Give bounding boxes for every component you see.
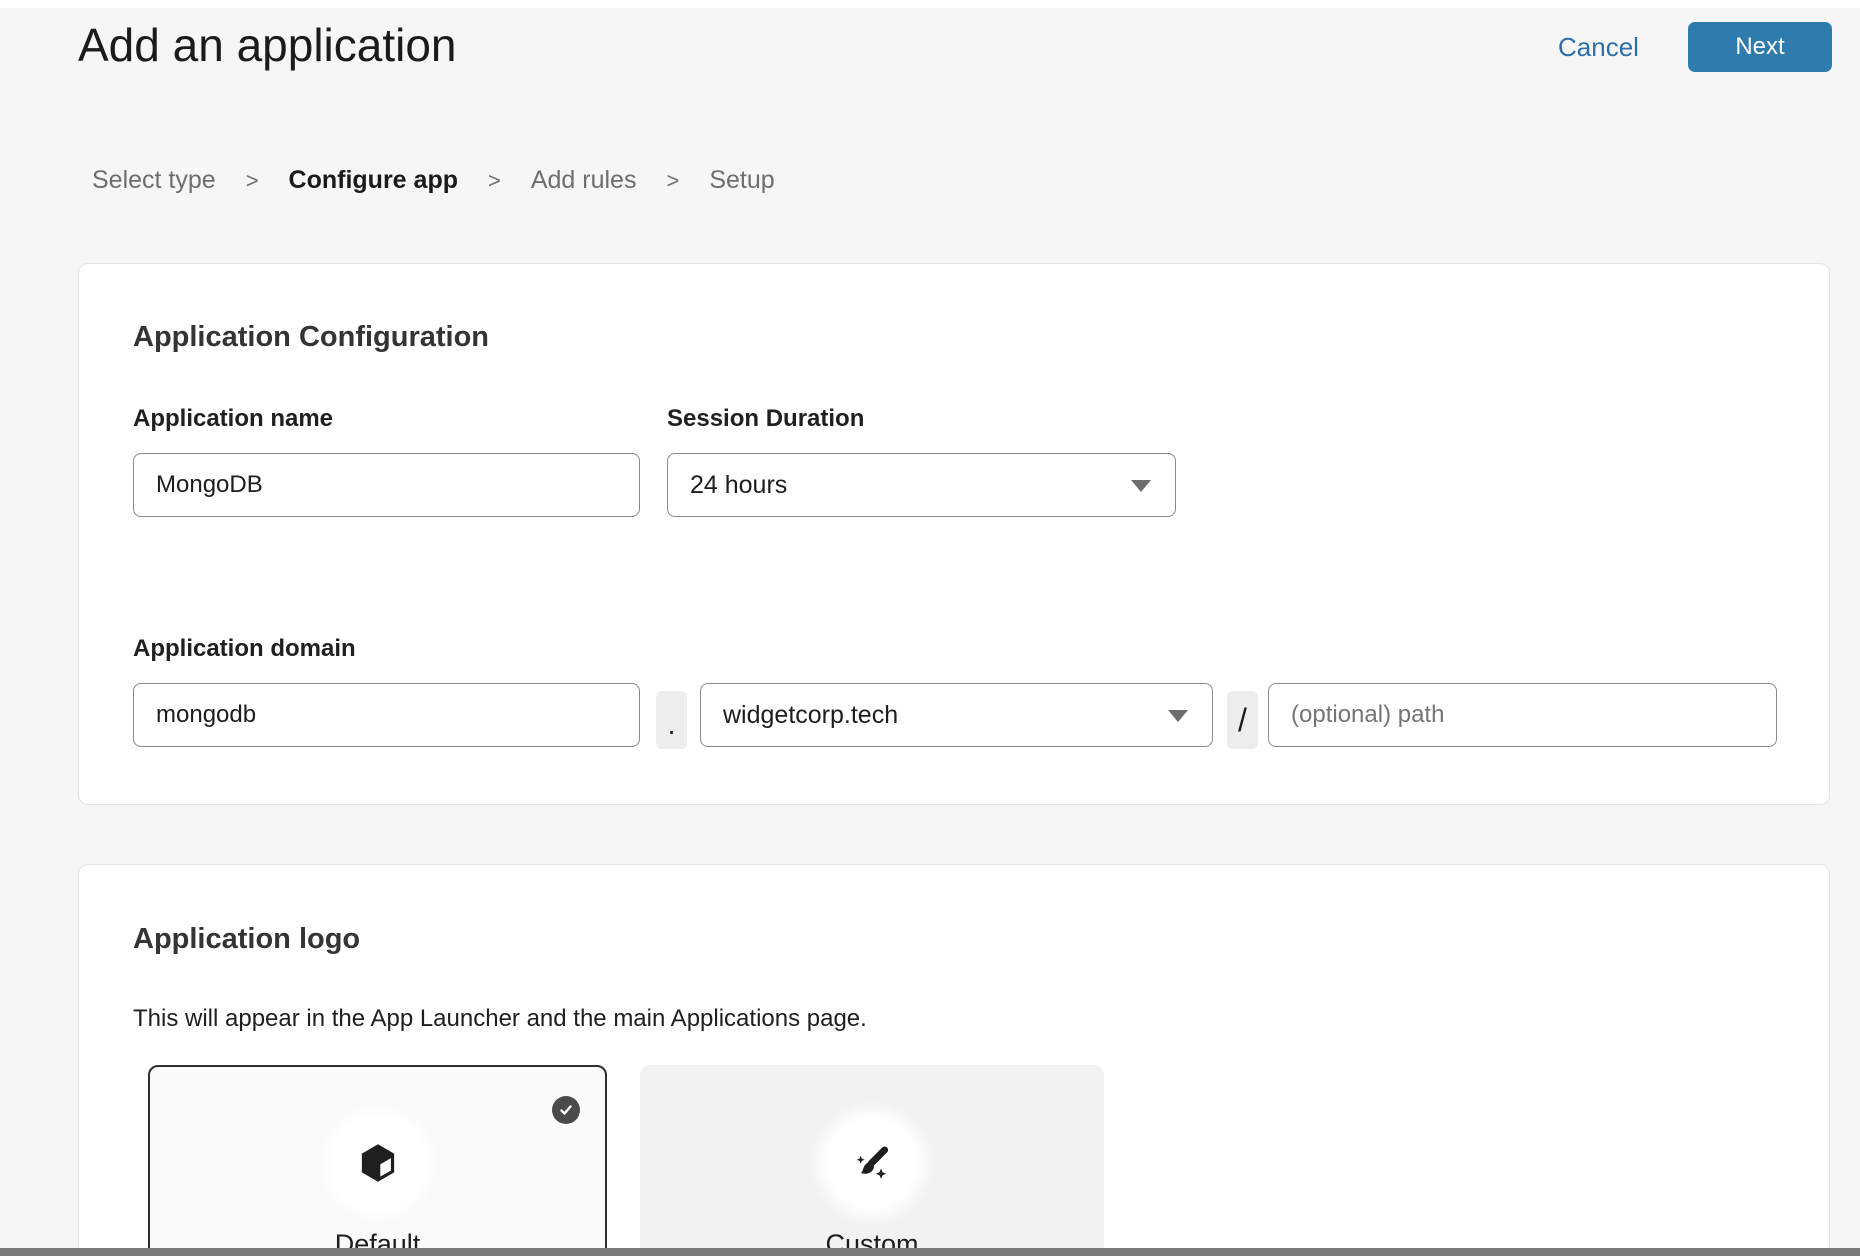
logo-card-description: This will appear in the App Launcher and… [133,1005,867,1033]
logo-option-default[interactable]: Default [148,1065,607,1256]
breadcrumb-step-configure-app[interactable]: Configure app [289,166,458,195]
cancel-button[interactable]: Cancel [1558,32,1639,63]
selected-check-badge [552,1096,580,1124]
page-title: Add an application [78,18,457,72]
configuration-card-heading: Application Configuration [133,321,489,354]
session-duration-label: Session Duration [667,405,864,433]
application-logo-card: Application logo This will appear in the… [78,864,1830,1256]
session-duration-value: 24 hours [690,471,787,500]
path-input[interactable] [1268,683,1777,747]
logo-card-heading: Application logo [133,923,360,956]
slash-separator: / [1227,691,1258,749]
application-name-input[interactable] [133,453,640,517]
domain-select-value: widgetcorp.tech [723,701,898,730]
breadcrumb-step-add-rules[interactable]: Add rules [531,166,637,195]
breadcrumb: Select type > Configure app > Add rules … [92,166,775,195]
breadcrumb-separator: > [488,168,501,194]
chevron-down-icon [1131,480,1151,492]
session-duration-select[interactable]: 24 hours [667,453,1176,517]
dot-separator: . [656,691,687,749]
cube-icon [356,1141,400,1185]
next-button[interactable]: Next [1688,22,1832,72]
breadcrumb-separator: > [246,168,259,194]
window-top-edge [0,0,1860,8]
domain-select[interactable]: widgetcorp.tech [700,683,1213,747]
application-name-label: Application name [133,405,333,433]
subdomain-input[interactable] [133,683,640,747]
default-logo-circle [332,1117,424,1209]
breadcrumb-separator: > [666,168,679,194]
breadcrumb-step-select-type[interactable]: Select type [92,166,216,195]
add-application-page: Add an application Cancel Next Select ty… [0,0,1860,1256]
logo-option-custom[interactable]: Custom [640,1065,1104,1256]
chevron-down-icon [1168,710,1188,722]
paintbrush-icon [849,1140,895,1186]
application-configuration-card: Application Configuration Application na… [78,263,1830,805]
screen-bottom-cutoff [0,1248,1860,1256]
check-icon [557,1101,575,1119]
application-domain-label: Application domain [133,635,356,663]
breadcrumb-step-setup[interactable]: Setup [709,166,774,195]
custom-logo-circle [826,1117,918,1209]
